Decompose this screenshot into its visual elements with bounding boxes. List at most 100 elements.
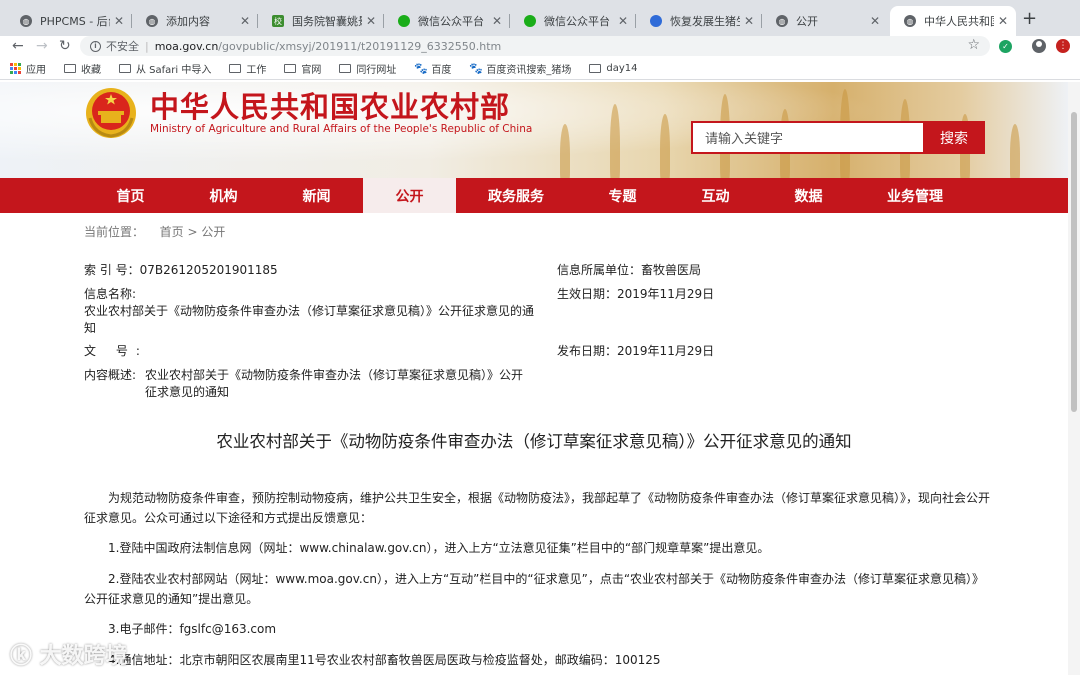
close-tab-icon[interactable]: ✕ (492, 14, 502, 28)
watermark: ⓚ 大数跨境 (10, 638, 128, 670)
meta-effective-date: 生效日期：2019年11月29日 (557, 286, 714, 303)
meta-value: 畜牧兽医局 (641, 263, 702, 277)
meta-publish-date: 发布日期：2019年11月29日 (557, 343, 714, 360)
wheat-decoration (660, 114, 670, 178)
bookmark-label: 从 Safari 中导入 (136, 65, 212, 76)
bookmark-folder[interactable]: 同行网址 (339, 61, 396, 76)
breadcrumb-home-link[interactable]: 首页 (160, 225, 184, 239)
wechat-icon (524, 15, 536, 27)
bookmark-folder[interactable]: 官网 (284, 61, 321, 76)
bookmark-folder[interactable]: 从 Safari 中导入 (119, 61, 211, 76)
bookmark-label: 百度资讯搜索_猪场 (486, 65, 572, 76)
url-field[interactable]: i 不安全 | moa.gov.cn /govpublic/xmsyj/2019… (80, 36, 990, 56)
info-icon[interactable]: i (90, 40, 101, 52)
search-button[interactable]: 搜索 (923, 121, 985, 154)
meta-summary-label: 内容概述: (84, 368, 137, 382)
close-tab-icon[interactable]: ✕ (998, 14, 1008, 28)
meta-label: 索 引 号： (84, 263, 140, 277)
bookmark-folder[interactable]: day14 (589, 63, 638, 74)
nav-item-news[interactable]: 新闻 (270, 178, 363, 213)
meta-value: 2019年11月29日 (617, 344, 715, 358)
bookmark-link[interactable]: 🐾 百度资讯搜索_猪场 (469, 61, 571, 76)
meta-name-value: 农业农村部关于《动物防疫条件审查办法（修订草案征求意见稿）》公开征求意见的通知 (84, 304, 535, 335)
extension-icon[interactable]: ✓ (999, 40, 1012, 53)
paragraph-text: 3.电子邮件：fgslfc@163.com (108, 622, 277, 636)
close-tab-icon[interactable]: ✕ (366, 14, 376, 28)
breadcrumb: 当前位置： 首页 > 公开 (84, 223, 225, 240)
article-paragraph-item2: 2.登陆农业农村部网站（网址：www.moa.gov.cn），进入上方“互动”栏… (84, 569, 994, 609)
url-path: /govpublic/xmsyj/201911/t20191129_633255… (218, 39, 502, 53)
nav-item-business[interactable]: 业务管理 (855, 178, 975, 213)
meta-label: 发布日期： (557, 344, 618, 358)
close-tab-icon[interactable]: ✕ (618, 14, 628, 28)
wheat-decoration (610, 104, 620, 178)
profile-avatar-icon[interactable] (1032, 39, 1046, 53)
breadcrumb-current-link[interactable]: 公开 (201, 225, 225, 239)
nav-item-topics[interactable]: 专题 (576, 178, 669, 213)
apps-grid-icon (10, 63, 21, 74)
browser-tab[interactable]: 微信公众平台 ✕ (510, 6, 636, 36)
browser-tab[interactable]: ◍ 公开 ✕ (762, 6, 888, 36)
address-bar-row: ← → ↻ i 不安全 | moa.gov.cn /govpublic/xmsy… (0, 36, 1080, 58)
close-tab-icon[interactable]: ✕ (870, 14, 880, 28)
meta-value: 07B261205201901185 (139, 263, 278, 277)
bookmark-folder[interactable]: 工作 (229, 61, 266, 76)
nav-item-public[interactable]: 公开 (363, 178, 456, 213)
meta-summary-value: 农业农村部关于《动物防疫条件审查办法（修订草案征求意见稿）》公开征求意见的通知 (145, 368, 524, 399)
tab-title: 恢复发展生猪生产 (670, 15, 740, 28)
scrollbar-thumb[interactable] (1071, 112, 1077, 412)
paragraph-text: 为规范动物防疫条件审查，预防控制动物疫病，维护公共卫生安全，根据《动物防疫法》，… (84, 491, 991, 525)
nav-item-data[interactable]: 数据 (762, 178, 855, 213)
browser-tab[interactable]: ◍ 添加内容 ✕ (132, 6, 258, 36)
globe-icon: ◍ (776, 15, 788, 27)
bookmark-folder[interactable]: 收藏 (64, 61, 101, 76)
forward-icon[interactable]: → (36, 38, 48, 54)
insecure-label: 不安全 (106, 40, 139, 53)
nav-item-interaction[interactable]: 互动 (669, 178, 762, 213)
breadcrumb-separator: > (187, 225, 198, 239)
folder-icon (64, 64, 76, 73)
browser-tab[interactable]: 校 国务院智囊姚景源 ✕ (258, 6, 384, 36)
close-tab-icon[interactable]: ✕ (744, 14, 754, 28)
tab-title: PHPCMS - 后台管 (40, 15, 110, 28)
bookmark-link[interactable]: 🐾 百度 (414, 61, 451, 76)
search-input[interactable]: 请输入关键字 (691, 121, 923, 154)
bookmark-label: 收藏 (81, 65, 101, 76)
new-tab-icon[interactable]: + (1022, 8, 1037, 29)
globe-icon: ◍ (20, 15, 32, 27)
meta-value: 2019年11月29日 (617, 287, 715, 301)
tab-title: 国务院智囊姚景源 (292, 15, 362, 28)
close-tab-icon[interactable]: ✕ (114, 14, 124, 28)
browser-tab[interactable]: 恢复发展生猪生产 ✕ (636, 6, 762, 36)
browser-tab[interactable]: ◍ PHPCMS - 后台管 ✕ (6, 6, 132, 36)
main-nav: 首页 机构 新闻 公开 政务服务 专题 互动 数据 业务管理 (0, 178, 1068, 213)
bookmark-label: 工作 (246, 65, 267, 76)
nav-item-organization[interactable]: 机构 (177, 178, 270, 213)
back-icon[interactable]: ← (12, 38, 24, 54)
wheat-decoration (1010, 124, 1020, 178)
globe-icon: ◍ (146, 15, 158, 27)
nav-item-services[interactable]: 政务服务 (456, 178, 576, 213)
site-logo-icon: 校 (272, 15, 284, 27)
close-tab-icon[interactable]: ✕ (240, 14, 250, 28)
reload-icon[interactable]: ↻ (59, 38, 71, 54)
nav-item-home[interactable]: 首页 (84, 178, 177, 213)
bookmark-apps[interactable]: 应用 (10, 61, 46, 76)
bookmark-label: 应用 (26, 65, 46, 76)
browser-tab-active[interactable]: ◍ 中华人民共和国农业 ✕ (890, 6, 1016, 36)
paragraph-text: 2.登陆农业农村部网站（网址：www.moa.gov.cn），进入上方“互动”栏… (84, 572, 985, 606)
site-subtitle: Ministry of Agriculture and Rural Affair… (150, 123, 533, 135)
site-title[interactable]: 中华人民共和国农业农村部 (150, 84, 510, 126)
wheat-decoration (560, 124, 570, 178)
page-scrollbar[interactable] (1068, 82, 1080, 675)
bookmark-label: 同行网址 (356, 65, 397, 76)
bookmarks-bar: 应用 收藏 从 Safari 中导入 工作 官网 同行网址 🐾 百度 🐾 百度资… (0, 58, 1080, 80)
folder-icon (339, 64, 352, 73)
folder-icon (589, 64, 602, 73)
meta-doc-number: 文 号: (84, 343, 148, 360)
baidu-paw-icon (650, 15, 662, 27)
browser-tab[interactable]: 微信公众平台 ✕ (384, 6, 510, 36)
article-paragraph-item3: 3.电子邮件：fgslfc@163.com (84, 619, 994, 639)
menu-icon[interactable]: ⋮ (1056, 39, 1070, 53)
bookmark-star-icon[interactable]: ☆ (967, 37, 980, 53)
